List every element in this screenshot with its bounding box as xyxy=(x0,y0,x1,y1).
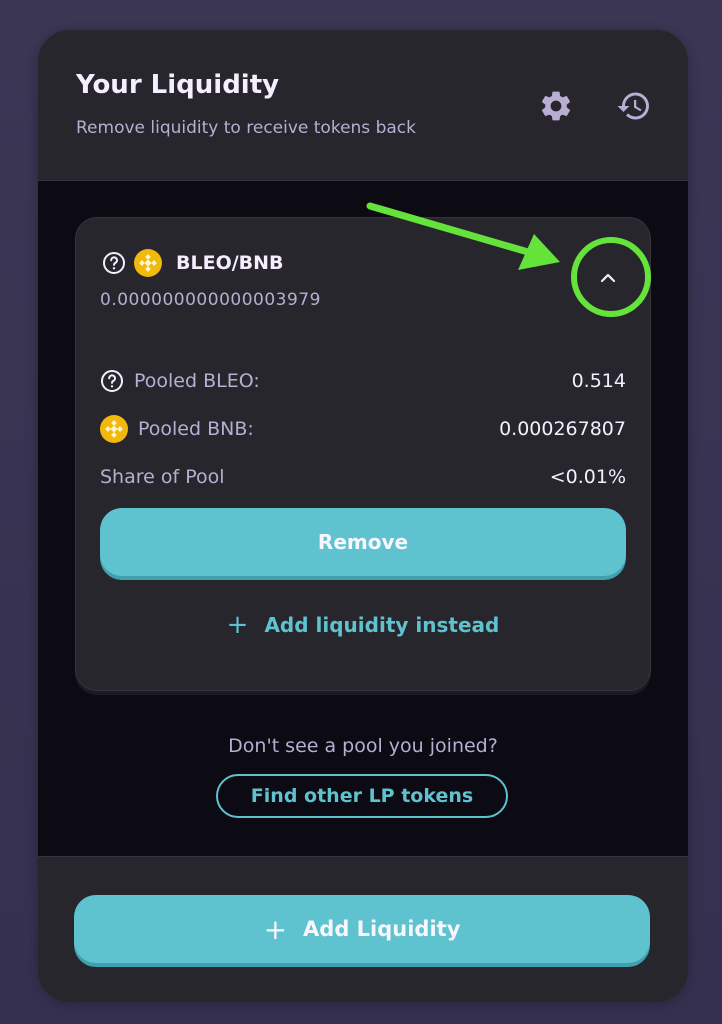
pooled-bleo-row: Pooled BLEO: 0.514 xyxy=(100,366,626,396)
share-of-pool-value: <0.01% xyxy=(549,466,626,488)
remove-button[interactable]: Remove xyxy=(100,508,626,576)
position-card: BLEO/BNB 0.000000000000003979 Pooled BLE… xyxy=(75,217,651,691)
chevron-up-icon xyxy=(600,273,616,283)
pooled-bnb-label-wrap: Pooled BNB: xyxy=(100,415,254,443)
add-liquidity-button[interactable]: + Add Liquidity xyxy=(74,895,650,963)
pooled-bleo-value: 0.514 xyxy=(571,370,626,392)
add-liquidity-label: Add Liquidity xyxy=(303,917,461,941)
bnb-coin-icon xyxy=(134,249,162,277)
pooled-bleo-label: Pooled BLEO: xyxy=(134,370,260,392)
pair-row: BLEO/BNB xyxy=(102,248,284,278)
plus-icon: + xyxy=(263,912,288,946)
share-of-pool-row: Share of Pool <0.01% xyxy=(100,462,626,492)
add-liquidity-instead-label: Add liquidity instead xyxy=(264,613,500,637)
help-circle-icon xyxy=(102,251,126,275)
plus-icon: + xyxy=(226,610,249,640)
pooled-bleo-label-wrap: Pooled BLEO: xyxy=(100,369,260,393)
help-text: Don't see a pool you joined? xyxy=(228,735,498,757)
card-body: BLEO/BNB 0.000000000000003979 Pooled BLE… xyxy=(38,181,688,856)
collapse-chevron-button[interactable] xyxy=(588,258,628,298)
share-of-pool-label: Share of Pool xyxy=(100,466,225,488)
add-liquidity-instead-link[interactable]: + Add liquidity instead xyxy=(76,610,650,640)
pooled-bnb-value: 0.000267807 xyxy=(499,418,626,440)
history-icon[interactable] xyxy=(616,88,652,124)
pooled-bnb-row: Pooled BNB: 0.000267807 xyxy=(100,414,626,444)
card-header: Your Liquidity Remove liquidity to recei… xyxy=(38,30,688,181)
lp-token-amount: 0.000000000000003979 xyxy=(100,290,321,310)
pooled-bnb-label: Pooled BNB: xyxy=(138,418,254,440)
page-subtitle: Remove liquidity to receive tokens back xyxy=(76,118,416,138)
pair-name: BLEO/BNB xyxy=(176,252,284,274)
bnb-coin-icon xyxy=(100,415,128,443)
liquidity-card: Your Liquidity Remove liquidity to recei… xyxy=(38,30,688,1002)
find-lp-tokens-button[interactable]: Find other LP tokens xyxy=(216,774,508,818)
gear-icon[interactable] xyxy=(538,88,574,124)
page-title: Your Liquidity xyxy=(76,70,280,100)
help-circle-icon xyxy=(100,369,124,393)
card-footer: + Add Liquidity xyxy=(38,856,688,1002)
